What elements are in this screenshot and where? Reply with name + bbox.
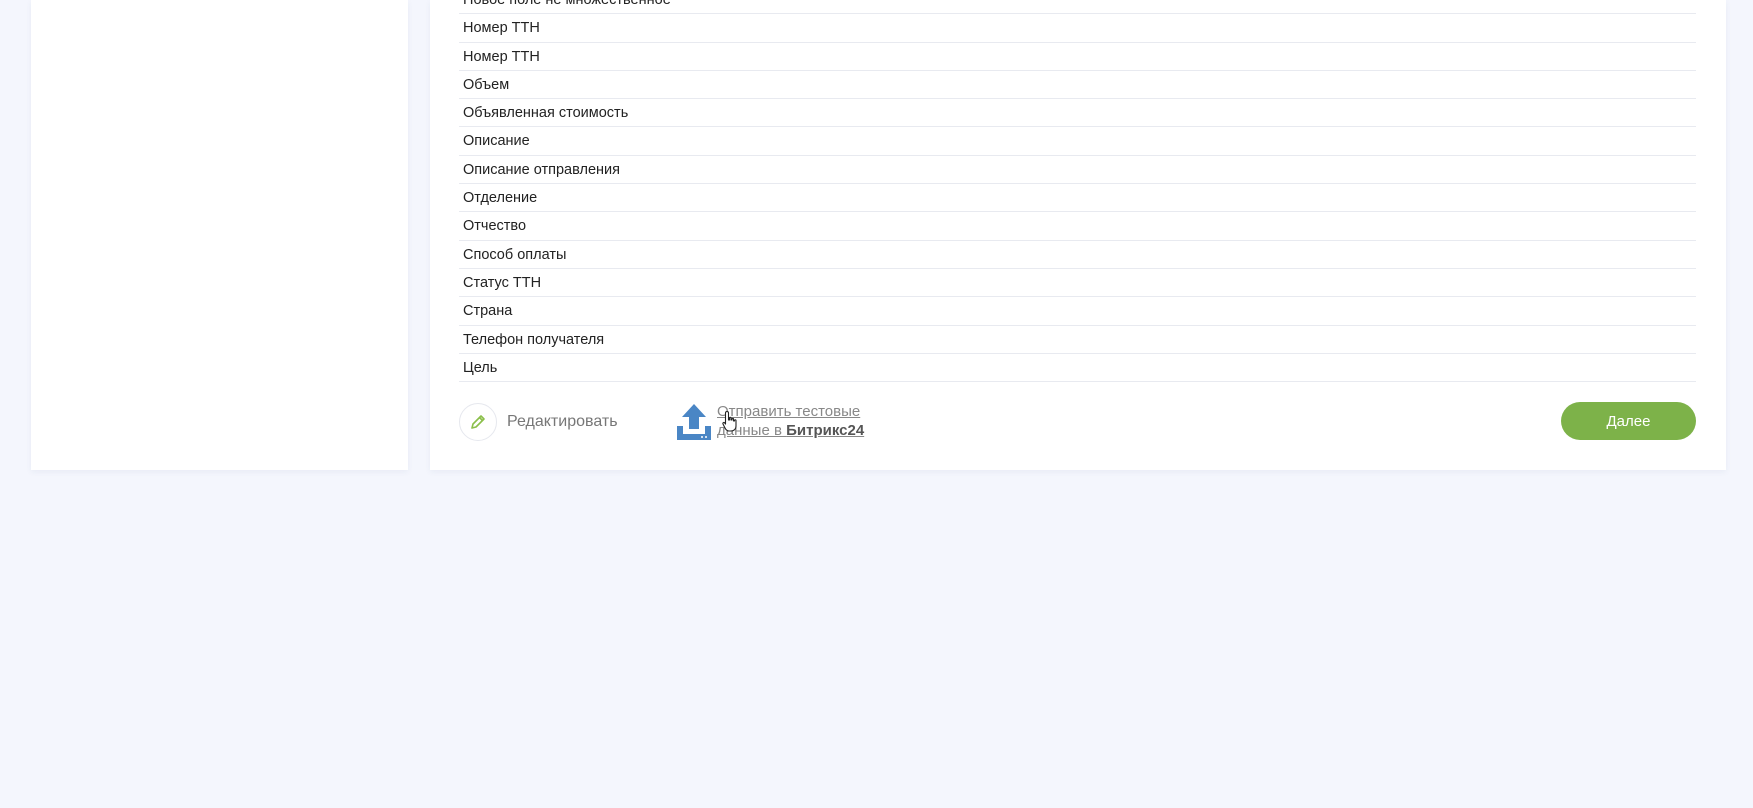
send-test-data-link[interactable]: Отправить тестовые данные в Битрикс24: [675, 402, 864, 442]
fields-panel: Новое поле не множественное Номер ТТН Номе…: [430, 0, 1726, 470]
send-test-line2[interactable]: данные в Битрикс24: [717, 421, 864, 440]
field-row[interactable]: Объявленная стоимость: [459, 99, 1696, 128]
field-row[interactable]: Номер ТТН: [459, 43, 1696, 71]
field-row[interactable]: Страна: [459, 297, 1696, 326]
field-row[interactable]: Цель: [459, 354, 1696, 383]
edit-label[interactable]: Редактировать: [507, 413, 618, 431]
field-row[interactable]: Телефон получателя: [459, 326, 1696, 354]
next-button[interactable]: Далее: [1561, 402, 1696, 440]
edit-button[interactable]: Редактировать: [459, 403, 618, 441]
hand-cursor-icon: [722, 410, 737, 432]
field-row[interactable]: Способ оплаты: [459, 241, 1696, 269]
field-row[interactable]: Объем: [459, 71, 1696, 100]
panel-footer: Редактировать Отправить тестовые данные …: [459, 400, 1696, 444]
page: Новое поле не множественное Номер ТТН Номе…: [0, 0, 1753, 808]
send-test-text[interactable]: Отправить тестовые данные в Битрикс24: [717, 402, 864, 440]
upload-icon: [677, 404, 711, 440]
pencil-icon: [471, 415, 485, 429]
field-row[interactable]: Описание отправления: [459, 156, 1696, 185]
field-row[interactable]: Новое поле не множественное: [459, 0, 1696, 15]
field-row[interactable]: Отчество: [459, 212, 1696, 241]
left-panel: [31, 0, 408, 470]
field-row[interactable]: Статус ТТН: [459, 269, 1696, 298]
send-test-line1[interactable]: Отправить тестовые: [717, 402, 864, 421]
field-row[interactable]: Отделение: [459, 184, 1696, 213]
bitrix24-brand[interactable]: Битрикс24: [786, 422, 864, 439]
field-row[interactable]: Номер ТТН: [459, 14, 1696, 43]
field-list: Новое поле не множественное Номер ТТН Номе…: [459, 0, 1696, 383]
field-row[interactable]: Описание: [459, 127, 1696, 156]
edit-icon-circle[interactable]: [459, 403, 497, 441]
